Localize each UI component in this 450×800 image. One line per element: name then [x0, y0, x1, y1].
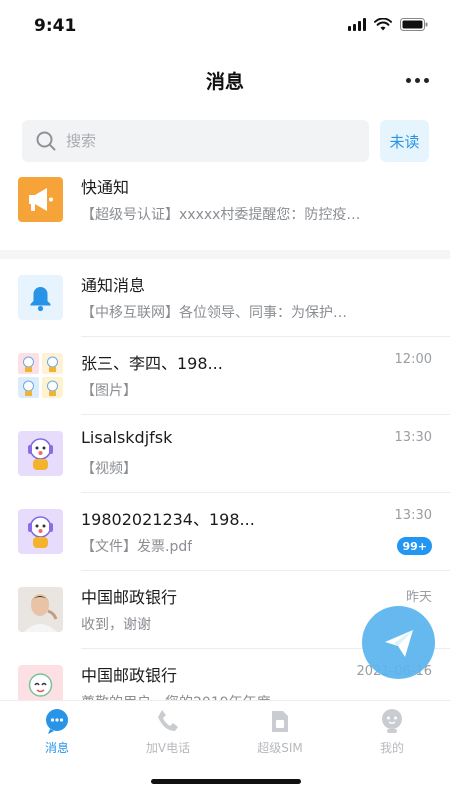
conversation-name: Lisalskdjfsk [81, 428, 173, 447]
bottom-tab-bar: 消息 加V电话 超级SIM 我的 [0, 700, 450, 800]
conversation-19802021234[interactable]: 19802021234、198... 【文件】发票.pdf 13:30 99+ [0, 493, 450, 571]
mascot-avatar [18, 431, 63, 476]
conversation-name: 通知消息 [81, 276, 146, 295]
conversation-preview: 【文件】发票.pdf [81, 539, 193, 555]
conversation-group-chat[interactable]: 张三、李四、198... 【图片】 12:00 [0, 337, 450, 415]
conversation-name: 19802021234、198... [81, 510, 255, 529]
conversation-preview: 【中移互联网】各位领导、同事：为保护… [81, 305, 347, 321]
group-avatar [18, 353, 63, 398]
section-divider [0, 250, 450, 259]
header: 消息 [0, 58, 450, 102]
conversation-notifications[interactable]: 通知消息 【中移互联网】各位领导、同事：为保护… [0, 259, 450, 337]
more-options-button[interactable] [402, 68, 432, 92]
tab-label: 加V电话 [145, 741, 191, 755]
page-title: 消息 [205, 71, 244, 93]
tab-super-sim[interactable]: 超级SIM [224, 707, 336, 759]
search-icon [36, 131, 56, 151]
tab-profile[interactable]: 我的 [336, 707, 448, 759]
search-input[interactable] [66, 132, 326, 150]
conversation-time: 昨天 [405, 590, 432, 605]
unread-badge: 99+ [397, 537, 432, 555]
conversation-name: 中国邮政银行 [81, 588, 178, 607]
conversation-preview: 【图片】 [81, 383, 137, 399]
battery-icon [400, 18, 428, 31]
conversation-name: 中国邮政银行 [81, 666, 178, 685]
tab-label: 我的 [379, 741, 404, 755]
person-avatar [18, 587, 63, 632]
conversation-name: 快通知 [81, 178, 130, 197]
sim-card-icon [272, 711, 288, 732]
conversation-name: 张三、李四、198... [81, 354, 223, 373]
status-icons [348, 18, 428, 31]
tab-messages[interactable]: 消息 [1, 707, 113, 759]
profile-icon [382, 709, 402, 733]
megaphone-icon [18, 177, 63, 222]
conversation-quick-notice[interactable]: 快通知 【超级号认证】xxxxx村委提醒您：防控疫… [0, 161, 450, 239]
message-icon [46, 709, 68, 734]
status-bar: 9:41 [0, 0, 450, 54]
mascot-avatar [18, 509, 63, 554]
conversation-preview: 收到，谢谢 [81, 617, 151, 633]
bell-icon [18, 275, 63, 320]
tab-v-phone[interactable]: 加V电话 [112, 707, 224, 759]
conversation-time: 12:00 [394, 352, 432, 367]
tab-label: 超级SIM [257, 741, 303, 755]
conversation-time: 13:30 [394, 430, 432, 445]
conversation-lisalskdjfsk[interactable]: Lisalskdjfsk 【视频】 13:30 [0, 415, 450, 493]
status-time: 9:41 [34, 16, 77, 36]
send-message-fab[interactable] [362, 606, 435, 679]
unread-filter-button[interactable]: 未读 [380, 120, 429, 162]
wifi-icon [374, 18, 392, 31]
home-indicator[interactable] [151, 779, 301, 784]
conversation-time: 13:30 [394, 508, 432, 523]
phone-icon [158, 710, 178, 731]
conversation-preview: 【超级号认证】xxxxx村委提醒您：防控疫… [81, 207, 361, 223]
paper-plane-icon [384, 629, 413, 657]
conversation-preview: 【视频】 [81, 461, 137, 477]
search-bar[interactable] [22, 120, 369, 162]
cellular-signal-icon [348, 18, 366, 31]
tab-label: 消息 [44, 741, 69, 755]
more-dots-icon [405, 77, 411, 83]
